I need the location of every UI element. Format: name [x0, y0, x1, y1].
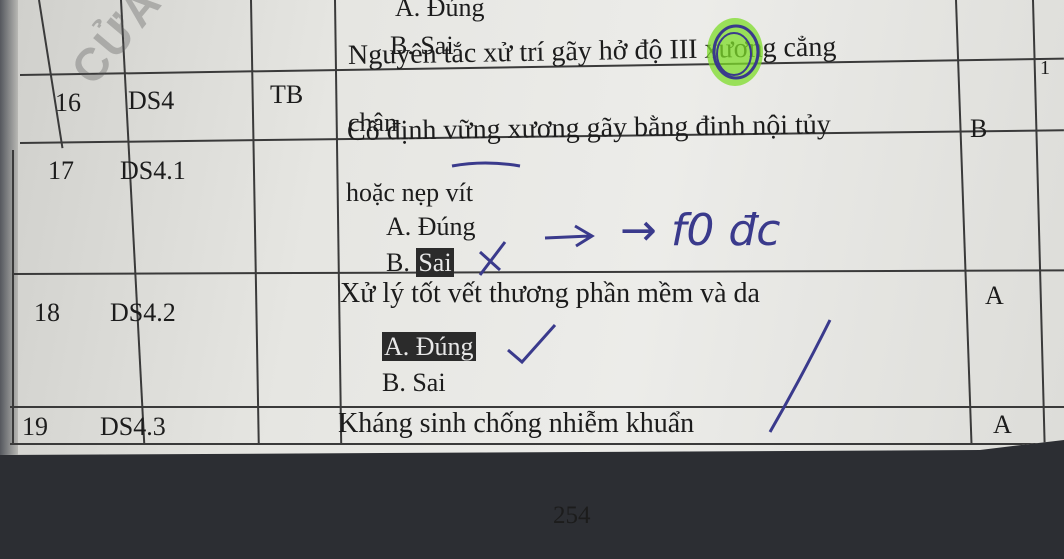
- cross-mark: [478, 241, 507, 276]
- underline-annotation: [451, 161, 521, 168]
- handwritten-note: → f0 đc: [620, 205, 780, 256]
- arrow-annotation: [544, 224, 595, 248]
- check-mark: [507, 324, 557, 365]
- annotation-layer: → f0 đc: [451, 18, 832, 433]
- pen-stroke: [768, 319, 832, 433]
- page-number: 254: [553, 502, 591, 529]
